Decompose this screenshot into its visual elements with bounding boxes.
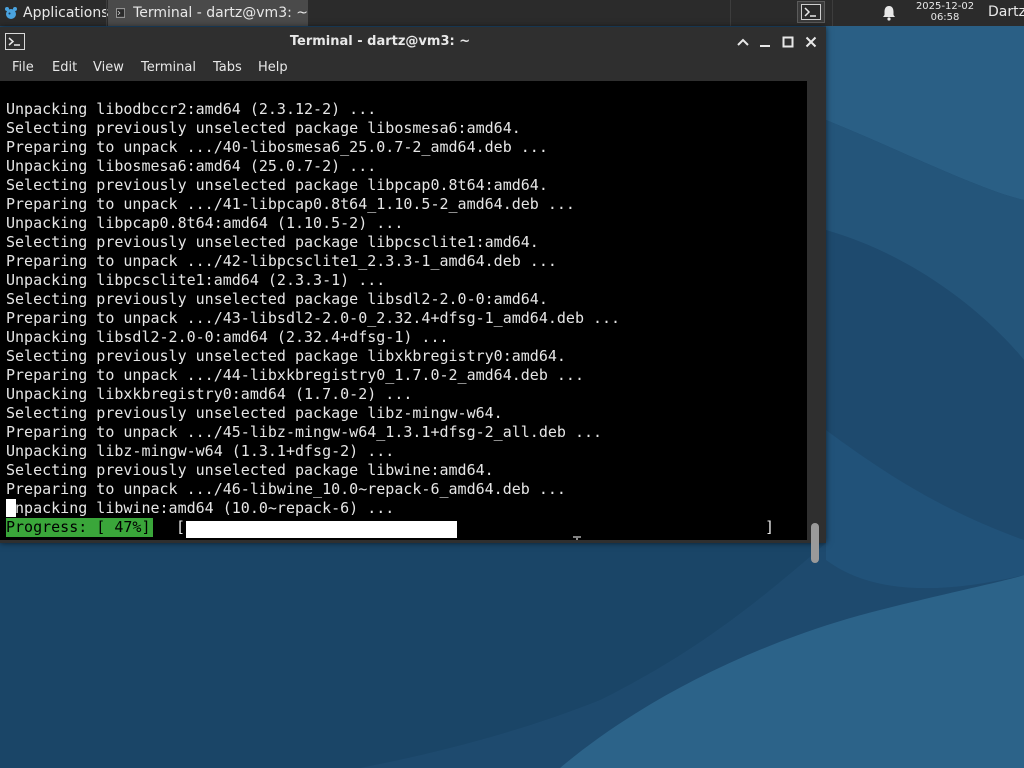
progress-bracket-close: ] bbox=[765, 518, 775, 536]
scrollbar-thumb[interactable] bbox=[811, 523, 819, 563]
terminal-line: Selecting previously unselected package … bbox=[6, 119, 521, 137]
terminal-icon bbox=[116, 8, 126, 18]
terminal-icon bbox=[801, 4, 821, 20]
terminal-output[interactable]: Unpacking libodbccr2:amd64 (2.3.12-2) ..… bbox=[0, 81, 807, 540]
menu-file[interactable]: File bbox=[12, 60, 34, 75]
terminal-line: Unpacking libxkbregistry0:amd64 (1.7.0-2… bbox=[6, 385, 413, 403]
xfce-mouse-icon bbox=[5, 7, 17, 19]
terminal-line: Preparing to unpack .../42-libpcsclite1_… bbox=[6, 252, 557, 270]
terminal-line: Preparing to unpack .../46-libwine_10.0~… bbox=[6, 480, 566, 498]
terminal-scrollbar[interactable] bbox=[807, 81, 826, 563]
progress-bar-fill bbox=[186, 521, 457, 538]
minimize-icon[interactable] bbox=[758, 35, 772, 49]
terminal-line: Preparing to unpack .../43-libsdl2-2.0-0… bbox=[6, 309, 621, 327]
terminal-lines: Unpacking libodbccr2:amd64 (2.3.12-2) ..… bbox=[6, 81, 620, 540]
menu-edit[interactable]: Edit bbox=[52, 60, 77, 75]
menu-help[interactable]: Help bbox=[258, 60, 288, 75]
terminal-line: Unpacking libsdl2-2.0-0:amd64 (2.32.4+df… bbox=[6, 328, 449, 346]
panel-separator bbox=[832, 0, 833, 26]
terminal-line: Preparing to unpack .../41-libpcap0.8t64… bbox=[6, 195, 575, 213]
terminal-line: Unpacking libwine:amd64 (10.0~repack-6) … bbox=[6, 499, 395, 517]
applications-menu[interactable]: Applications bbox=[0, 0, 109, 26]
taskbar-label: Terminal - dartz@vm3: ~ bbox=[133, 5, 308, 21]
maximize-icon[interactable] bbox=[781, 35, 795, 49]
bell-icon[interactable] bbox=[880, 4, 898, 22]
terminal-line: Preparing to unpack .../44-libxkbregistr… bbox=[6, 366, 584, 384]
user-menu[interactable]: Dartz bbox=[988, 0, 1024, 26]
clock[interactable]: 2025-12-02 06:58 bbox=[906, 1, 984, 23]
panel-separator bbox=[730, 0, 731, 26]
terminal-line: Selecting previously unselected package … bbox=[6, 347, 566, 365]
terminal-line: Preparing to unpack .../45-libz-mingw-w6… bbox=[6, 423, 603, 441]
menu-bar: File Edit View Terminal Tabs Help bbox=[0, 57, 826, 81]
progress-label: Progress: [ 47%] bbox=[6, 518, 153, 537]
terminal-line: Unpacking libpcap0.8t64:amd64 (1.10.5-2)… bbox=[6, 214, 404, 232]
progress-bracket-open: [ bbox=[176, 518, 186, 536]
terminal-line: Preparing to unpack .../40-libosmesa6_25… bbox=[6, 138, 548, 156]
tray-terminal-button[interactable] bbox=[797, 1, 825, 23]
terminal-line: Unpacking libz-mingw-w64 (1.3.1+dfsg-2) … bbox=[6, 442, 395, 460]
panel-separator bbox=[106, 0, 107, 26]
terminal-line: Selecting previously unselected package … bbox=[6, 404, 503, 422]
terminal-line: Selecting previously unselected package … bbox=[6, 176, 548, 194]
taskbar-button-terminal[interactable]: Terminal - dartz@vm3: ~ bbox=[108, 0, 308, 26]
text-cursor bbox=[6, 499, 16, 517]
applications-label: Applications bbox=[23, 5, 109, 21]
terminal-line: Selecting previously unselected package … bbox=[6, 290, 548, 308]
window-title: Terminal - dartz@vm3: ~ bbox=[289, 34, 471, 49]
terminal-window: Terminal - dartz@vm3: ~ File Edit View T… bbox=[0, 27, 826, 563]
window-titlebar[interactable]: Terminal - dartz@vm3: ~ bbox=[0, 27, 826, 57]
progress-bar bbox=[186, 521, 762, 538]
chevron-up-icon[interactable] bbox=[736, 35, 750, 49]
clock-date: 2025-12-02 bbox=[915, 1, 975, 12]
clock-time: 06:58 bbox=[930, 12, 960, 23]
menu-view[interactable]: View bbox=[93, 60, 124, 75]
terminal-line: Unpacking libodbccr2:amd64 (2.3.12-2) ..… bbox=[6, 100, 377, 118]
ibeam-cursor-icon bbox=[573, 536, 581, 540]
terminal-line: Unpacking libosmesa6:amd64 (25.0.7-2) ..… bbox=[6, 157, 377, 175]
menu-tabs[interactable]: Tabs bbox=[213, 60, 242, 75]
menu-terminal[interactable]: Terminal bbox=[141, 60, 196, 75]
terminal-line: Selecting previously unselected package … bbox=[6, 461, 494, 479]
close-icon[interactable] bbox=[804, 35, 818, 49]
terminal-line: Unpacking libpcsclite1:amd64 (2.3.3-1) .… bbox=[6, 271, 386, 289]
terminal-line: Selecting previously unselected package … bbox=[6, 233, 539, 251]
top-panel: Applications Terminal - dartz@vm3: ~ 202… bbox=[0, 0, 1024, 26]
